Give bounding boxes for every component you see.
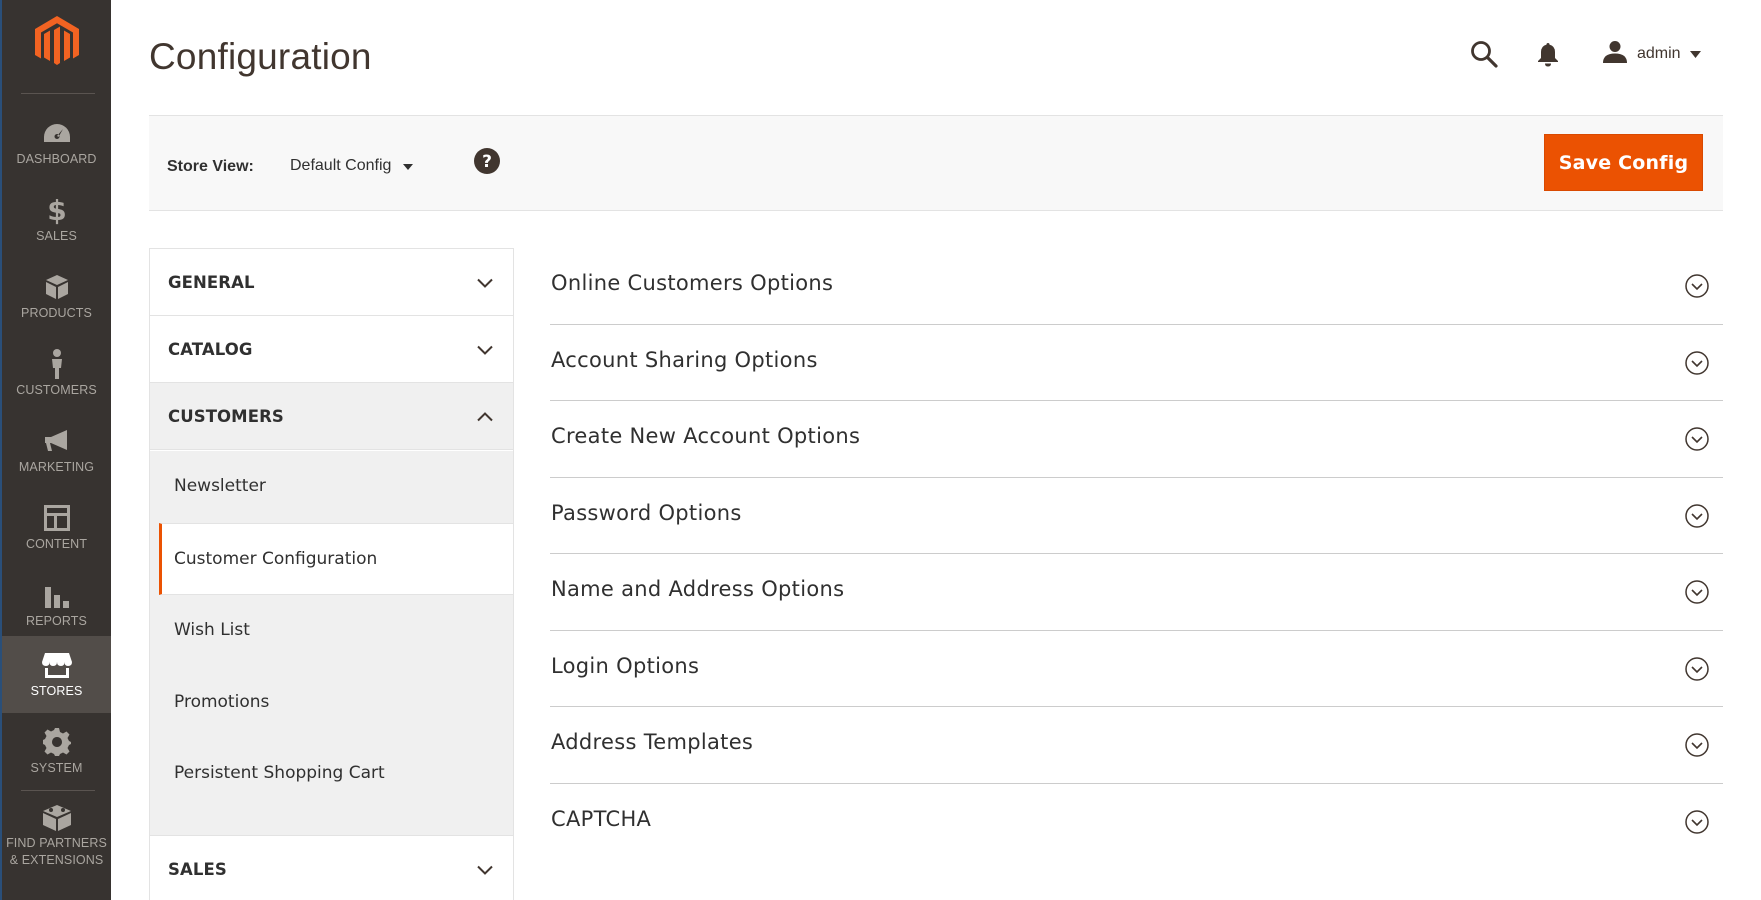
config-sections: Online Customers Options Account Sharing… [550, 248, 1723, 860]
chevron-down-icon [477, 275, 493, 293]
magento-logo[interactable] [31, 14, 83, 70]
section-title: Login Options [551, 653, 700, 678]
config-tabs: GENERAL CATALOG CUSTOMERS Newsletter Cus… [149, 248, 514, 900]
page-title: Configuration [149, 36, 372, 77]
section-login-options[interactable]: Login Options [550, 631, 1723, 707]
section-password-options[interactable]: Password Options [550, 478, 1723, 554]
expand-circle-icon [1685, 809, 1709, 839]
section-title: CAPTCHA [551, 806, 652, 831]
storefront-icon [2, 650, 111, 680]
tab-item-label: Newsletter [174, 476, 266, 496]
tab-item-customer-configuration[interactable]: Customer Configuration [159, 523, 513, 595]
menu-item-system[interactable]: SYSTEM [2, 713, 111, 790]
menu-item-reports[interactable]: REPORTS [2, 566, 111, 643]
tab-label: GENERAL [168, 273, 255, 292]
search-icon[interactable] [1470, 40, 1498, 73]
store-view-bar: Store View: Default Config ? Save Config [149, 115, 1723, 211]
section-title: Create New Account Options [551, 424, 861, 448]
megaphone-icon [2, 426, 111, 456]
admin-menu: DASHBOARD $ SALES PRODUCTS CUSTOMERS MAR… [0, 0, 111, 900]
dashboard-icon [2, 118, 111, 148]
expand-circle-icon [1685, 733, 1709, 762]
tab-item-wish-list[interactable]: Wish List [150, 595, 513, 667]
user-account-menu[interactable]: admin [1602, 40, 1701, 68]
section-title: Account Sharing Options [551, 347, 818, 372]
chevron-up-icon [477, 409, 493, 427]
menu-item-customers[interactable]: CUSTOMERS [2, 335, 111, 412]
menu-item-find-partners[interactable]: FIND PARTNERS & EXTENSIONS [2, 795, 111, 895]
menu-label: CONTENT [25, 537, 88, 551]
store-view-value: Default Config [290, 157, 392, 174]
caret-down-icon [1689, 45, 1701, 63]
menu-item-marketing[interactable]: MARKETING [2, 412, 111, 489]
menu-item-sales[interactable]: $ SALES [2, 181, 111, 258]
layout-icon [2, 503, 111, 533]
bar-chart-icon [2, 580, 111, 610]
expand-circle-icon [1685, 656, 1709, 686]
section-title: Password Options [551, 500, 742, 525]
save-config-button[interactable]: Save Config [1544, 134, 1703, 191]
expand-circle-icon [1685, 503, 1709, 533]
menu-label: PRODUCTS [21, 306, 92, 320]
section-account-sharing-options[interactable]: Account Sharing Options [550, 325, 1723, 401]
menu-label: REPORTS [26, 614, 87, 628]
bell-icon[interactable] [1536, 41, 1560, 72]
section-title: Address Templates [551, 730, 754, 754]
expand-circle-icon [1685, 350, 1709, 380]
svg-text:?: ? [482, 152, 492, 172]
dollar-icon: $ [2, 195, 111, 225]
tab-customers[interactable]: CUSTOMERS [150, 383, 513, 450]
tab-item-label: Promotions [174, 692, 270, 712]
menu-divider [21, 93, 95, 94]
menu-item-dashboard[interactable]: DASHBOARD [2, 104, 111, 181]
caret-down-icon [403, 157, 414, 175]
tab-label: CUSTOMERS [168, 407, 284, 426]
customers-subitems: Newsletter Customer Configuration Wish L… [150, 451, 513, 836]
tab-item-label: Wish List [174, 620, 250, 640]
gear-icon [2, 727, 111, 757]
section-title: Name and Address Options [551, 577, 845, 601]
store-view-label: Store View: [167, 158, 254, 175]
menu-label: STORES [30, 684, 83, 698]
tab-item-label: Persistent Shopping Cart [174, 763, 385, 783]
expand-circle-icon [1685, 580, 1709, 609]
tab-sales[interactable]: SALES [150, 836, 513, 900]
user-icon [1602, 40, 1628, 69]
tab-label: CATALOG [168, 340, 253, 359]
section-online-customers-options[interactable]: Online Customers Options [550, 248, 1723, 325]
tab-catalog[interactable]: CATALOG [150, 316, 513, 383]
svg-text:$: $ [47, 195, 66, 225]
menu-label: DASHBOARD [16, 152, 97, 166]
tab-item-persistent-shopping-cart[interactable]: Persistent Shopping Cart [150, 738, 513, 810]
user-name: admin [1637, 45, 1681, 62]
menu-label: CUSTOMERS [16, 383, 97, 397]
section-captcha[interactable]: CAPTCHA [550, 784, 1723, 861]
section-name-and-address-options[interactable]: Name and Address Options [550, 554, 1723, 631]
menu-label: SALES [36, 229, 77, 243]
chevron-down-icon [477, 862, 493, 880]
chevron-down-icon [477, 342, 493, 360]
help-icon[interactable]: ? [474, 148, 500, 179]
menu-label: SYSTEM [30, 761, 83, 775]
tab-label: SALES [168, 860, 227, 879]
tab-item-promotions[interactable]: Promotions [150, 667, 513, 739]
section-address-templates[interactable]: Address Templates [550, 707, 1723, 784]
tab-item-newsletter[interactable]: Newsletter [150, 451, 513, 523]
expand-circle-icon [1685, 274, 1709, 303]
tab-general[interactable]: GENERAL [150, 249, 513, 316]
menu-item-content[interactable]: CONTENT [2, 489, 111, 566]
tab-item-label: Customer Configuration [174, 549, 378, 569]
section-create-new-account-options[interactable]: Create New Account Options [550, 401, 1723, 478]
menu-label: FIND PARTNERS & EXTENSIONS [6, 836, 107, 867]
store-view-switcher[interactable]: Default Config [290, 157, 414, 175]
box-icon [2, 272, 111, 302]
person-icon [2, 349, 111, 379]
menu-divider [21, 790, 95, 791]
expand-circle-icon [1685, 427, 1709, 456]
menu-item-stores[interactable]: STORES [2, 636, 111, 713]
blocks-icon [2, 803, 111, 833]
menu-label: MARKETING [18, 460, 95, 474]
menu-item-products[interactable]: PRODUCTS [2, 258, 111, 335]
section-title: Online Customers Options [551, 271, 834, 295]
